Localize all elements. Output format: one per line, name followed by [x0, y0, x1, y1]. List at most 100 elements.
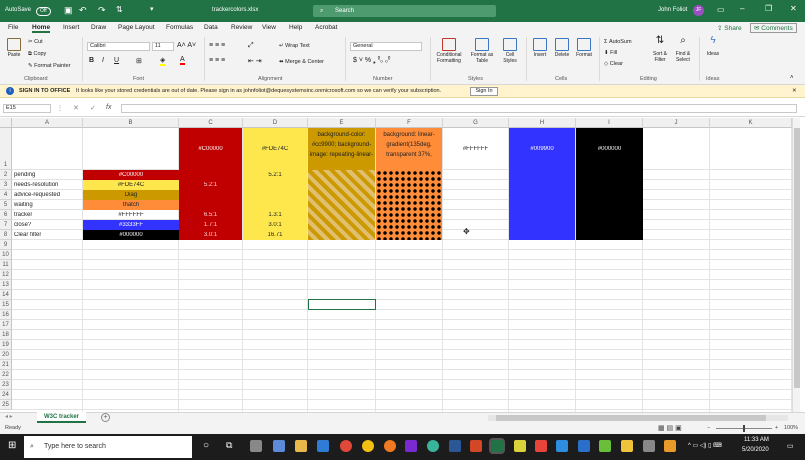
- cell-b3[interactable]: #FDE74C: [83, 182, 179, 189]
- format-as-table-button[interactable]: Format as Table: [468, 38, 496, 64]
- row-header-2[interactable]: 2: [0, 170, 12, 180]
- row-header-19[interactable]: 19: [0, 340, 12, 350]
- app-icon[interactable]: [599, 440, 611, 452]
- cell-a6[interactable]: tracker: [14, 212, 32, 219]
- cell-h1[interactable]: #009900: [509, 146, 575, 153]
- row-header-25[interactable]: 25: [0, 400, 12, 410]
- select-all-corner[interactable]: [0, 118, 12, 128]
- cell-a5[interactable]: waiting: [14, 202, 33, 209]
- app-icon[interactable]: [427, 440, 439, 452]
- sign-in-button[interactable]: Sign In: [470, 87, 498, 96]
- app-icon[interactable]: [273, 440, 285, 452]
- app-icon[interactable]: [643, 440, 655, 452]
- cell-f1[interactable]: background: linear-gradient(135deg, tran…: [376, 130, 442, 160]
- row-header-21[interactable]: 21: [0, 360, 12, 370]
- app-icon[interactable]: [535, 440, 547, 452]
- row-header-7[interactable]: 7: [0, 220, 12, 230]
- zoom-level[interactable]: 100%: [784, 423, 798, 434]
- font-color-icon[interactable]: A: [180, 56, 185, 65]
- delete-cells-button[interactable]: Delete: [552, 38, 572, 58]
- cancel-icon[interactable]: ✕: [73, 104, 79, 112]
- app-icon[interactable]: [578, 440, 590, 452]
- horizontal-align-icons[interactable]: ≡ ≡ ≡: [209, 57, 225, 64]
- save-icon[interactable]: ▣: [64, 5, 73, 16]
- merge-center-button[interactable]: ⬌ Merge & Center: [279, 59, 324, 65]
- fill-button[interactable]: ⬇ Fill: [604, 50, 617, 56]
- borders-icon[interactable]: ⊞: [136, 57, 142, 65]
- row-header-3[interactable]: 3: [0, 180, 12, 190]
- share-button[interactable]: ⇪ Share: [717, 24, 742, 32]
- user-name[interactable]: John Foliot: [658, 7, 687, 13]
- cortana-icon[interactable]: ○: [203, 440, 209, 451]
- cell-b2[interactable]: #C00000: [83, 172, 179, 179]
- notifications-icon[interactable]: ▭: [787, 442, 794, 450]
- excel-icon[interactable]: [489, 438, 505, 454]
- avatar[interactable]: JF: [693, 5, 704, 16]
- horizontal-scrollbar-thumb[interactable]: [496, 415, 766, 421]
- font-name-select[interactable]: Calibri: [87, 42, 150, 51]
- cell-d8[interactable]: 16.71: [243, 232, 307, 239]
- tab-page-layout[interactable]: Page Layout: [118, 24, 155, 31]
- row-header-22[interactable]: 22: [0, 370, 12, 380]
- cell-d6[interactable]: 1.3:1: [243, 212, 307, 219]
- italic-button[interactable]: I: [102, 57, 104, 64]
- cell-b6[interactable]: #FFFFFF: [83, 212, 179, 219]
- ribbon-display-icon[interactable]: ▭: [717, 5, 725, 14]
- document-title[interactable]: trackercolors.xlsx: [212, 7, 258, 13]
- indent-icons[interactable]: ⇤ ⇥: [248, 57, 262, 65]
- ideas-button[interactable]: ϟ Ideas: [703, 36, 723, 58]
- taskbar-search[interactable]: ⌕ Type here to search: [24, 436, 192, 458]
- cell-i1[interactable]: #000000: [576, 146, 643, 153]
- app-icon[interactable]: [621, 440, 633, 452]
- enter-icon[interactable]: ✓: [90, 104, 96, 112]
- minimize-icon[interactable]: –: [740, 4, 744, 13]
- tab-acrobat[interactable]: Acrobat: [315, 24, 337, 31]
- close-icon[interactable]: ✕: [790, 4, 797, 13]
- row-header-16[interactable]: 16: [0, 310, 12, 320]
- cell-a2[interactable]: pending: [14, 172, 35, 179]
- font-grow-icon[interactable]: A˄ A˅: [177, 42, 196, 49]
- column-header-c[interactable]: C: [179, 118, 243, 128]
- cell-d7[interactable]: 3.0:1: [243, 222, 307, 229]
- tab-view[interactable]: View: [262, 24, 276, 31]
- close-message-icon[interactable]: ✕: [792, 85, 797, 98]
- cell-a4[interactable]: advice-requested: [14, 192, 60, 199]
- cell-b8[interactable]: #000000: [83, 232, 179, 239]
- row-header-14[interactable]: 14: [0, 290, 12, 300]
- row-header-9[interactable]: 9: [0, 240, 12, 250]
- system-tray-icons[interactable]: ^ ▭ ◁) ▯ ⌨: [688, 442, 722, 449]
- word-icon[interactable]: [449, 440, 461, 452]
- column-header-h[interactable]: H: [509, 118, 576, 128]
- clock-time[interactable]: 11:33 AM: [744, 437, 769, 443]
- cell-c8[interactable]: 3.0:1: [179, 232, 242, 239]
- cell-b5[interactable]: thatch: [83, 202, 179, 209]
- cell-a7[interactable]: close?: [14, 222, 31, 229]
- zoom-out-icon[interactable]: −: [707, 423, 710, 434]
- column-header-e[interactable]: E: [308, 118, 376, 128]
- tab-data[interactable]: Data: [204, 24, 218, 31]
- row-header-20[interactable]: 20: [0, 350, 12, 360]
- column-header-i[interactable]: I: [576, 118, 643, 128]
- format-cells-button[interactable]: Format: [574, 38, 594, 58]
- column-header-a[interactable]: A: [12, 118, 83, 128]
- vertical-align-icons[interactable]: ≡ ≡ ≡: [209, 42, 225, 49]
- row-header-4[interactable]: 4: [0, 190, 12, 200]
- restore-icon[interactable]: ❐: [765, 4, 772, 13]
- autosave-toggle[interactable]: Off: [36, 7, 51, 16]
- horizontal-scrollbar[interactable]: [488, 415, 788, 421]
- underline-button[interactable]: U: [114, 57, 119, 64]
- tab-file[interactable]: File: [8, 24, 18, 31]
- column-header-k[interactable]: K: [710, 118, 792, 128]
- firefox-icon[interactable]: [384, 440, 396, 452]
- format-painter-button[interactable]: ✎ Format Painter: [28, 63, 71, 69]
- orientation-icon[interactable]: ⤢: [248, 42, 254, 50]
- tab-review[interactable]: Review: [231, 24, 252, 31]
- cell-g1[interactable]: #FFFFFF: [443, 146, 508, 153]
- conditional-formatting-button[interactable]: Conditional Formatting: [434, 38, 464, 64]
- row-header-11[interactable]: 11: [0, 260, 12, 270]
- scrollbar-thumb[interactable]: [794, 128, 800, 388]
- app-icon[interactable]: [514, 440, 526, 452]
- comments-button[interactable]: ✉ Comments: [750, 23, 797, 33]
- name-box[interactable]: E15: [3, 104, 51, 113]
- collapse-ribbon-icon[interactable]: ˄: [790, 75, 794, 81]
